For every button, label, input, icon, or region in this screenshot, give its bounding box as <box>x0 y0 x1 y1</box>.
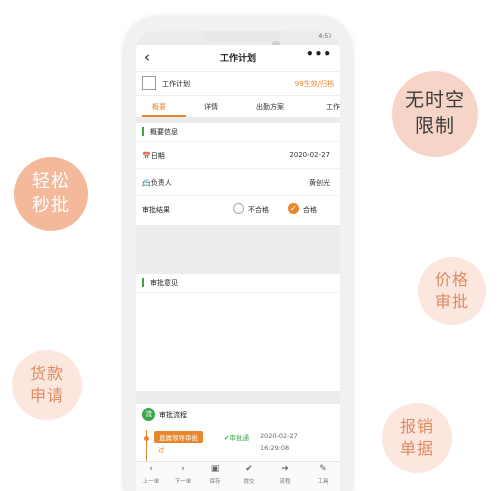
document-row: 工作计划 99生效/归档 <box>136 71 340 95</box>
toolbar-next-label: 下一单 <box>174 479 192 485</box>
flow-step-status: ✔审批通 <box>224 432 249 442</box>
toolbar-prev-label: 上一单 <box>142 479 160 485</box>
chevron-left-icon: ‹ <box>149 464 153 474</box>
toolbar-flow-button[interactable]: ➔ 流程 <box>270 464 300 485</box>
section-accent-bar <box>142 278 144 287</box>
flow-section-title: 审批流程 <box>159 411 187 419</box>
result-row: 审批结果 不合格 ✓ 合格 <box>136 195 340 225</box>
flow-timeline-dot <box>144 436 149 441</box>
toolbar-save-button[interactable]: ▣ 保存 <box>200 464 230 485</box>
bubble-loan-text: 货款 申请 <box>29 364 64 405</box>
radio-pass[interactable]: ✓ <box>288 203 299 214</box>
opinion-section-title: 审批意见 <box>150 279 178 287</box>
radio-fail[interactable] <box>233 203 244 214</box>
flow-step-status-text: 审批通 <box>229 434 249 442</box>
opinion-section-header: 审批意见 <box>136 274 340 292</box>
id-card-icon: 📇 <box>142 179 151 187</box>
check-icon: ✔ <box>245 464 253 474</box>
bubble-anytime: 无时空 限制 <box>392 71 478 157</box>
owner-value[interactable]: 黄创光 <box>309 178 330 188</box>
toolbar-submit-button[interactable]: ✔ 提交 <box>234 464 264 485</box>
overview-section-header: 概要信息 <box>136 123 340 141</box>
bubble-expense: 报销 单据 <box>382 403 452 473</box>
tab-active-indicator <box>142 115 186 117</box>
flow-step: 直属领导审批 ✔审批通 2020-02-27 过 16:29:08 <box>136 426 340 466</box>
tab-attendance[interactable]: 出勤方案 <box>256 102 284 112</box>
date-label-text: 日期 <box>150 152 165 160</box>
arrow-circle-icon: ➔ <box>281 464 289 474</box>
bubble-quick: 轻松 秒批 <box>14 157 88 231</box>
toolbar-prev-button[interactable]: ‹ 上一单 <box>136 464 166 485</box>
owner-label: 📇负责人 <box>142 178 172 188</box>
more-menu-icon[interactable]: ••• <box>306 47 332 61</box>
toolbar-submit-label: 提交 <box>243 479 255 485</box>
flow-step-sub: 过 <box>158 446 165 454</box>
tab-bar: 概要 详情 出勤方案 工作 <box>136 95 340 117</box>
flow-step-date: 2020-02-27 <box>260 432 298 440</box>
owner-label-text: 负责人 <box>150 179 172 187</box>
calendar-icon: 📅 <box>142 152 151 160</box>
document-status: 99生效/归档 <box>294 80 334 88</box>
toolbar-flow-label: 流程 <box>279 479 291 485</box>
flow-section-header: 流 审批流程 <box>136 404 340 426</box>
radio-pass-label: 合格 <box>303 206 317 214</box>
document-title: 工作计划 <box>162 80 190 88</box>
flow-icon: 流 <box>142 408 155 421</box>
toolbar-tools-label: 工具 <box>317 479 329 485</box>
bubble-quick-text: 轻松 秒批 <box>32 170 70 216</box>
wrench-icon: ✎ <box>319 464 327 474</box>
toolbar-tools-button[interactable]: ✎ 工具 <box>308 464 338 485</box>
phone-screen: 4:57 ‹ 工作计划 ••• 工作计划 99生效/归档 概要 详情 出勤方案 … <box>136 31 340 491</box>
bubble-price-text: 价格 审批 <box>434 270 469 311</box>
bubble-loan: 货款 申请 <box>12 350 82 420</box>
radio-fail-label: 不合格 <box>248 206 269 214</box>
tab-work[interactable]: 工作 <box>326 102 340 112</box>
toolbar-save-label: 保存 <box>209 479 221 485</box>
tab-details[interactable]: 详情 <box>204 102 218 112</box>
document-checkbox[interactable] <box>142 76 156 90</box>
tab-overview[interactable]: 概要 <box>152 102 166 112</box>
bubble-expense-text: 报销 单据 <box>399 417 434 458</box>
result-label: 审批结果 <box>142 206 170 214</box>
opinion-textarea[interactable] <box>136 292 340 391</box>
flow-step-time: 16:29:08 <box>260 444 290 452</box>
section-accent-bar <box>142 127 144 136</box>
title-bar: ‹ 工作计划 ••• <box>136 45 340 71</box>
save-icon: ▣ <box>210 464 220 474</box>
toolbar-next-button[interactable]: › 下一单 <box>168 464 198 485</box>
phone-notch <box>202 31 282 42</box>
phone-frame: 4:57 ‹ 工作计划 ••• 工作计划 99生效/归档 概要 详情 出勤方案 … <box>124 17 352 491</box>
date-label: 📅日期 <box>142 151 165 161</box>
overview-section-title: 概要信息 <box>150 128 178 136</box>
flow-step-tag: 直属领导审批 <box>154 431 203 443</box>
bottom-toolbar: ‹ 上一单 › 下一单 ▣ 保存 ✔ 提交 ➔ 流程 ✎ 工具 <box>136 461 340 491</box>
chevron-right-icon: › <box>181 464 185 474</box>
status-time: 4:57 <box>318 33 332 40</box>
bubble-anytime-text: 无时空 限制 <box>404 89 465 137</box>
owner-row: 📇负责人 黄创光 <box>136 168 340 195</box>
date-value[interactable]: 2020-02-27 <box>289 151 330 159</box>
date-row: 📅日期 2020-02-27 <box>136 141 340 168</box>
bubble-price: 价格 审批 <box>418 257 486 325</box>
